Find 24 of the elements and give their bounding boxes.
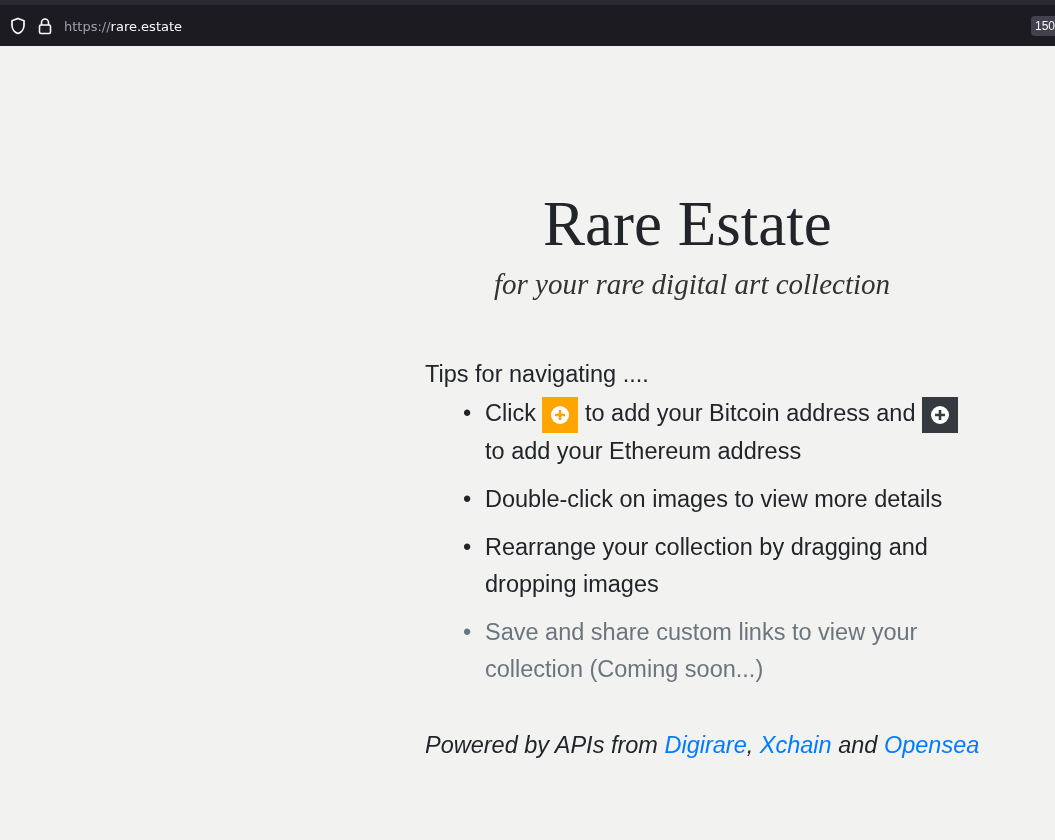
site-title: Rare Estate [543,188,832,261]
api-link[interactable]: Opensea [883,731,980,758]
tip-text: Rearrange your collection by dragging and dropping images [485,533,928,597]
plus-circle-icon [550,404,571,425]
lock-icon [38,17,52,35]
powered-by-text: Powered by APIs from Digirare, Xchain and Opensea [425,731,980,759]
tip-text: to add your Bitcoin address and [585,400,916,426]
bullet: • [463,484,473,514]
plus-circle-icon [930,404,951,425]
site-tagline: for your rare digital art collection [494,268,891,301]
bullet: • [463,532,473,562]
shield-icon [10,17,26,35]
tip-text: to add your Ethereum address [485,437,802,464]
tip-text: Double-click on images to view more details [485,485,943,512]
zoom-level[interactable]: 150 [1031,16,1055,36]
api-link[interactable]: Xchain [759,731,832,758]
tip-text: Click [485,400,536,426]
bullet: • [463,399,473,428]
bullet: • [463,617,473,647]
tips-heading: Tips for navigating .... [425,360,649,389]
url-text: https://rare.estate [64,18,183,34]
add-address-button[interactable] [922,396,959,433]
api-link[interactable]: Digirare [664,731,747,758]
tip-text: Save and share custom links to view your collection (Coming soon...) [485,618,918,682]
